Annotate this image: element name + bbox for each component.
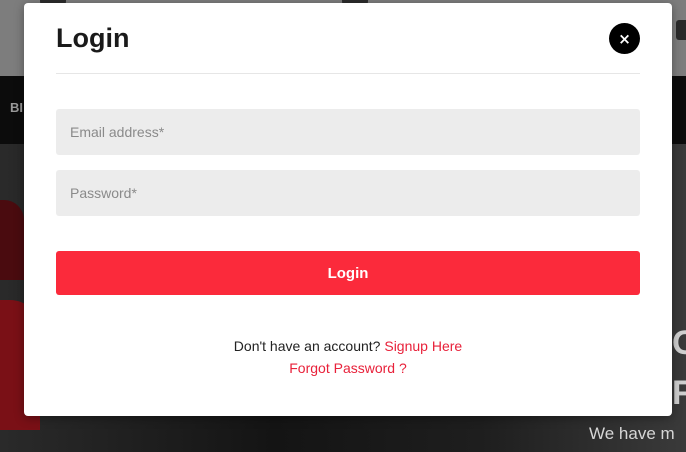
background-hero-tagline: We have m: [589, 424, 675, 443]
forgot-password-link[interactable]: Forgot Password ?: [289, 360, 407, 376]
email-field[interactable]: [56, 109, 640, 155]
close-icon: ×: [618, 29, 631, 48]
password-field[interactable]: [56, 170, 640, 216]
login-button[interactable]: Login: [56, 251, 640, 295]
signup-prompt-line: Don't have an account? Signup Here: [24, 338, 672, 354]
background-social-icon: [676, 20, 686, 40]
modal-title: Login: [56, 23, 130, 53]
background-bike-helmet: [0, 200, 24, 280]
login-modal: Login × Login Don't have an account? Sig…: [24, 3, 672, 416]
forgot-password-line: Forgot Password ?: [24, 360, 672, 376]
background-hero-heading: O F: [672, 324, 686, 412]
signup-prompt-text: Don't have an account?: [233, 338, 381, 354]
background-nav-text: BI: [10, 100, 23, 115]
signup-link[interactable]: Signup Here: [384, 338, 462, 354]
modal-divider: [56, 73, 640, 74]
close-button[interactable]: ×: [609, 23, 640, 54]
